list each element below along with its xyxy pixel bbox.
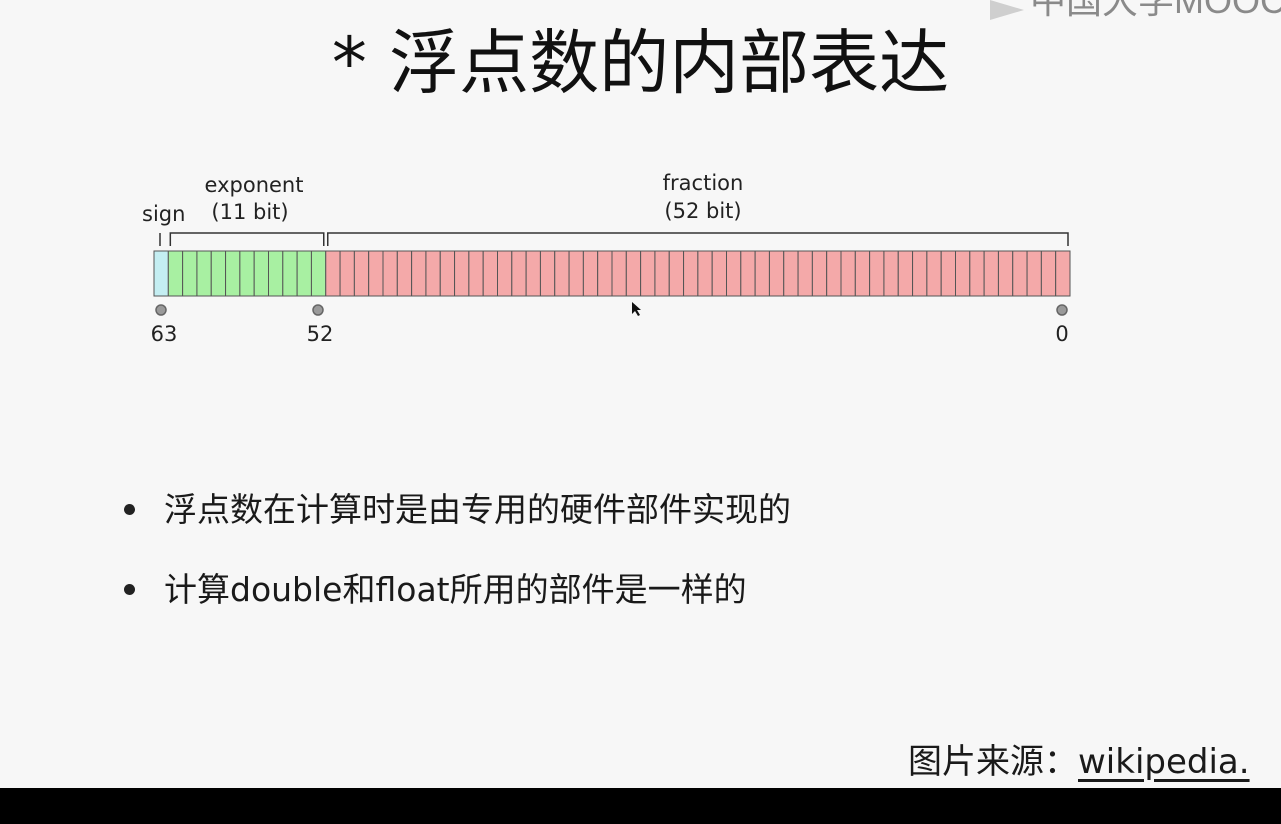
slide: 中国大学MOOC * 浮点数的内部表达 sign exponent (11 bi…	[0, 0, 1281, 788]
bullet-item: 计算double和float所用的部件是一样的	[120, 562, 1020, 618]
exponent-label: exponent	[205, 173, 304, 197]
mouse-cursor-icon	[632, 302, 641, 316]
fraction-bit-cell	[597, 250, 613, 297]
exponent-bit-cell	[210, 250, 227, 297]
fraction-bit-cell	[396, 250, 413, 297]
fraction-bit-cell	[554, 250, 570, 297]
fraction-bit-cell	[797, 250, 813, 297]
bullet-list: 浮点数在计算时是由专用的硬件部件实现的 计算double和float所用的部件是…	[120, 482, 1020, 642]
marker-label-0: 0	[1055, 322, 1068, 346]
fraction-bit-cell	[726, 250, 742, 297]
exponent-bit-cell	[253, 250, 269, 297]
fraction-bit-cell	[711, 250, 727, 297]
fraction-bit-cell	[625, 250, 642, 297]
fraction-bit-cell	[668, 250, 685, 297]
bullet-text: 浮点数在计算时是由专用的硬件部件实现的	[164, 490, 791, 529]
bottom-black-bar	[0, 788, 1281, 824]
fraction-bit-cell	[582, 250, 599, 297]
fraction-bit-cell	[468, 250, 484, 297]
exponent-bracket	[169, 232, 325, 246]
fraction-bit-cell	[754, 250, 770, 297]
fraction-bit-cell	[568, 250, 584, 297]
bullet-text: 计算double和float所用的部件是一样的	[164, 570, 747, 609]
exponent-bits-label: (11 bit)	[211, 200, 288, 224]
fraction-bracket	[327, 232, 1069, 246]
fraction-bit-cell	[382, 250, 398, 297]
fraction-bit-cell	[1040, 250, 1057, 297]
field-brackets	[159, 232, 1069, 246]
fraction-bit-cell	[1055, 250, 1071, 297]
exponent-bit-cell	[167, 250, 184, 297]
bullet-dot-icon	[124, 504, 135, 515]
image-source: 图片来源：wikipedia.	[908, 736, 1250, 788]
bit-layout-diagram: sign exponent (11 bit) fraction (52 bit)…	[142, 171, 1071, 346]
fraction-bit-cell	[1026, 250, 1042, 297]
exponent-bit-cell	[310, 250, 327, 297]
fraction-bit-cell	[368, 250, 384, 297]
exponent-bit-cell	[196, 250, 212, 297]
fraction-bit-cell	[955, 250, 971, 297]
fraction-bit-cell	[940, 250, 956, 297]
fraction-bit-cell	[1012, 250, 1028, 297]
marker-label-63: 63	[151, 322, 178, 346]
fraction-bit-cell	[482, 250, 498, 297]
bullet-item: 浮点数在计算时是由专用的硬件部件实现的	[120, 482, 1020, 538]
fraction-bit-cell	[654, 250, 670, 297]
exponent-bit-cell	[239, 250, 255, 297]
exponent-bit-cell	[182, 250, 198, 297]
exponent-bit-cell	[282, 250, 298, 297]
fraction-bit-cell	[811, 250, 828, 297]
fraction-bit-cell	[683, 250, 699, 297]
fraction-bit-cell	[869, 250, 885, 297]
fraction-label: fraction	[663, 171, 744, 195]
fraction-bit-cell	[539, 250, 556, 297]
fraction-bit-cell	[768, 250, 785, 297]
bit-cells	[153, 250, 1071, 297]
fraction-bit-cell	[640, 250, 656, 297]
fraction-bit-cell	[411, 250, 427, 297]
fraction-bit-cell	[425, 250, 441, 297]
source-link[interactable]: wikipedia.	[1078, 742, 1250, 782]
fraction-bit-cell	[697, 250, 713, 297]
bullet-dot-icon	[124, 584, 135, 595]
fraction-bit-cell	[611, 250, 627, 297]
fraction-bit-cell	[497, 250, 513, 297]
fraction-bit-cell	[897, 250, 914, 297]
fraction-bit-cell	[783, 250, 799, 297]
marker-label-52: 52	[307, 322, 334, 346]
sign-bit-cell	[153, 250, 169, 297]
fraction-bit-cell	[826, 250, 842, 297]
fraction-bit-cell	[883, 250, 899, 297]
fraction-bit-cell	[969, 250, 985, 297]
source-label: 图片来源：	[908, 742, 1078, 782]
fraction-bit-cell	[439, 250, 456, 297]
fraction-bit-cell	[325, 250, 341, 297]
fraction-bit-cell	[912, 250, 928, 297]
fraction-bit-cell	[339, 250, 355, 297]
exponent-bit-cell	[268, 250, 284, 297]
fraction-bit-cell	[983, 250, 999, 297]
marker-dot-63	[155, 304, 167, 316]
marker-dot-0	[1056, 304, 1068, 316]
exponent-bit-cell	[296, 250, 312, 297]
fraction-bit-cell	[740, 250, 756, 297]
fraction-bit-cell	[454, 250, 470, 297]
fraction-bit-cell	[511, 250, 527, 297]
fraction-bit-cell	[525, 250, 541, 297]
fraction-bit-cell	[840, 250, 856, 297]
fraction-bit-cell	[854, 250, 871, 297]
sign-label: sign	[142, 202, 185, 226]
fraction-bit-cell	[997, 250, 1014, 297]
fraction-bit-cell	[353, 250, 370, 297]
exponent-bit-cell	[225, 250, 241, 297]
fraction-bits-label: (52 bit)	[664, 199, 741, 223]
fraction-bit-cell	[926, 250, 942, 297]
marker-dot-52	[312, 304, 324, 316]
